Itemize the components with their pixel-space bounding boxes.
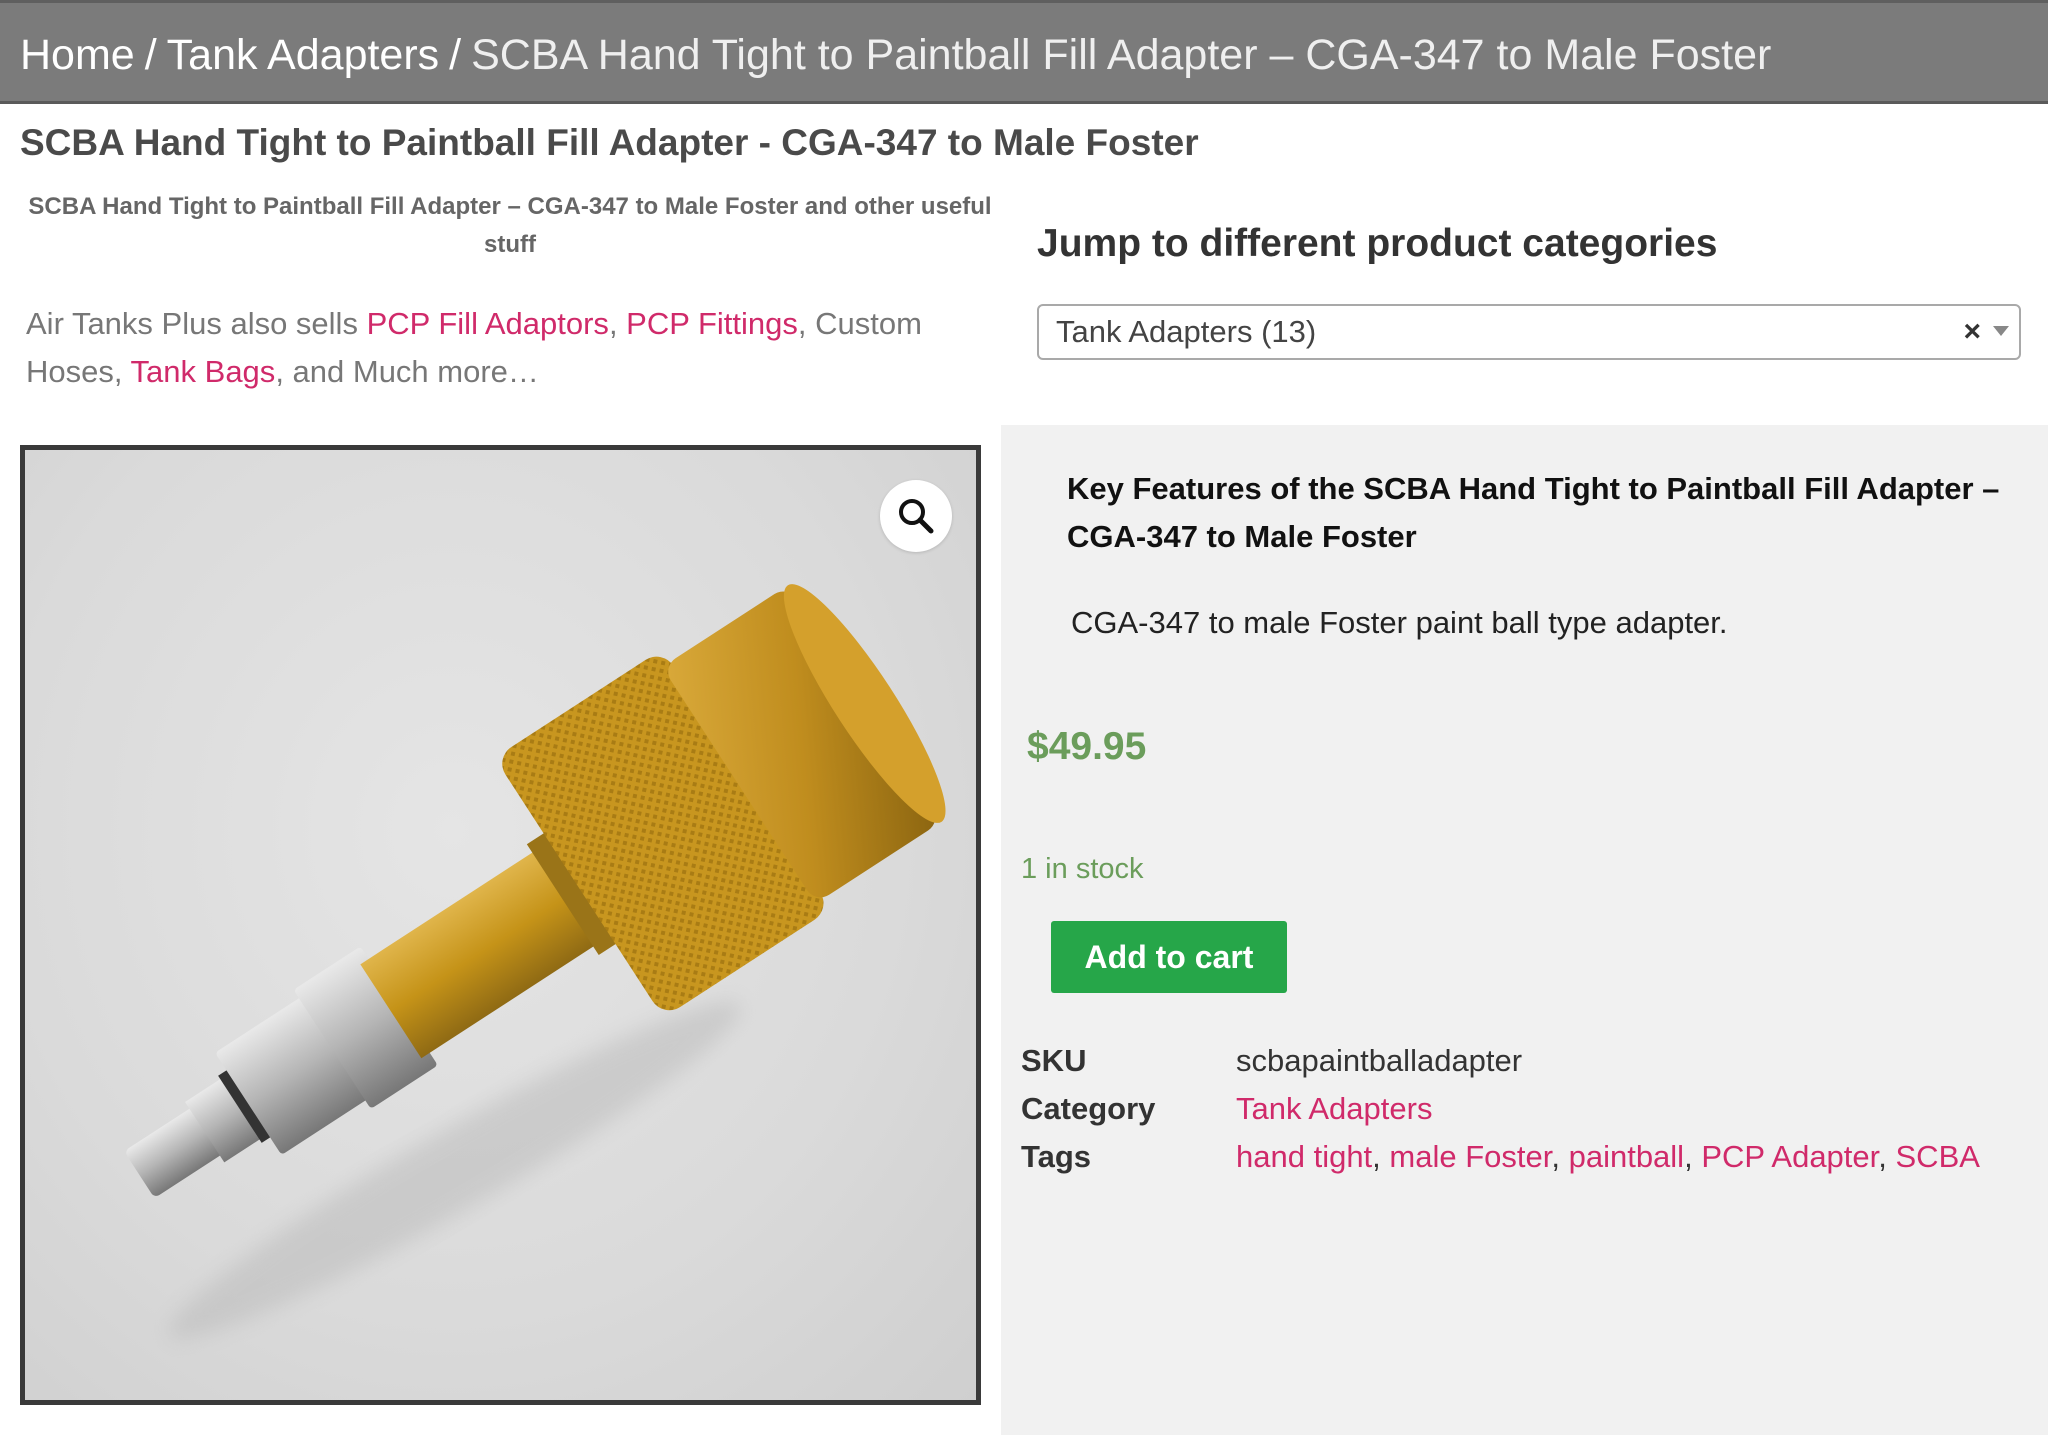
- breadcrumb: Home / Tank Adapters / SCBA Hand Tight to Pa…: [0, 0, 2048, 104]
- intro-text: Air Tanks Plus also sells PCP Fill Adapt…: [26, 300, 976, 396]
- chevron-down-icon[interactable]: [1993, 326, 2009, 336]
- intro-suffix: , and Much more…: [275, 354, 539, 389]
- intro-comma: ,: [608, 306, 627, 341]
- stock-status: 1 in stock: [1021, 853, 1144, 885]
- tag-separator: ,: [1551, 1139, 1569, 1174]
- breadcrumb-category-link[interactable]: Tank Adapters: [167, 31, 440, 79]
- product-image: [126, 584, 946, 1339]
- pcp-fittings-link[interactable]: PCP Fittings: [626, 306, 798, 341]
- tag-link[interactable]: hand tight: [1236, 1139, 1372, 1174]
- breadcrumb-current: SCBA Hand Tight to Paintball Fill Adapte…: [471, 31, 1772, 79]
- category-select-value: Tank Adapters (13): [1056, 314, 1317, 349]
- clear-selection-icon[interactable]: ×: [1963, 306, 1981, 358]
- key-features-heading: Key Features of the SCBA Hand Tight to P…: [1067, 471, 2000, 554]
- category-select[interactable]: Tank Adapters (13) ×: [1037, 304, 2021, 360]
- intro-prefix: Air Tanks Plus also sells: [26, 306, 367, 341]
- product-price: $49.95: [1027, 725, 1147, 768]
- category-row: Category Tank Adapters: [1021, 1085, 1980, 1133]
- breadcrumb-separator: /: [449, 31, 462, 79]
- tank-bags-link[interactable]: Tank Bags: [131, 354, 276, 389]
- tags-label: Tags: [1021, 1139, 1092, 1174]
- tag-link[interactable]: male Foster: [1389, 1139, 1551, 1174]
- tag-link[interactable]: PCP Adapter: [1701, 1139, 1878, 1174]
- tags-row: Tags hand tight, male Foster, paintball,…: [1021, 1133, 1980, 1181]
- product-meta: SKU scbapaintballadapter Category Tank A…: [1021, 1037, 1980, 1181]
- sku-row: SKU scbapaintballadapter: [1021, 1037, 1980, 1085]
- pcp-fill-adaptors-link[interactable]: PCP Fill Adaptors: [367, 306, 609, 341]
- breadcrumb-home-link[interactable]: Home: [20, 31, 135, 79]
- product-summary: Key Features of the SCBA Hand Tight to P…: [1001, 425, 2048, 1435]
- sku-value: scbapaintballadapter: [1236, 1043, 1523, 1078]
- category-link[interactable]: Tank Adapters: [1236, 1091, 1432, 1126]
- category-label: Category: [1021, 1091, 1156, 1126]
- tag-link[interactable]: SCBA: [1896, 1139, 1980, 1174]
- sku-label: SKU: [1021, 1043, 1087, 1078]
- category-jump-heading: Jump to different product categories: [1037, 222, 1718, 265]
- page-subtitle: SCBA Hand Tight to Paintball Fill Adapte…: [28, 193, 992, 258]
- zoom-button[interactable]: [880, 480, 952, 552]
- product-gallery[interactable]: [20, 445, 981, 1405]
- tag-link[interactable]: paintball: [1569, 1139, 1684, 1174]
- page-title: SCBA Hand Tight to Paintball Fill Adapte…: [20, 122, 1199, 163]
- tags-list: hand tight, male Foster, paintball, PCP …: [1236, 1133, 1980, 1181]
- key-features-text: CGA-347 to male Foster paint ball type a…: [1071, 605, 1728, 640]
- tag-separator: ,: [1372, 1139, 1390, 1174]
- tag-separator: ,: [1878, 1139, 1896, 1174]
- breadcrumb-separator: /: [144, 31, 157, 79]
- tag-separator: ,: [1684, 1139, 1702, 1174]
- add-to-cart-button[interactable]: Add to cart: [1051, 921, 1287, 993]
- magnifier-icon: [899, 499, 934, 534]
